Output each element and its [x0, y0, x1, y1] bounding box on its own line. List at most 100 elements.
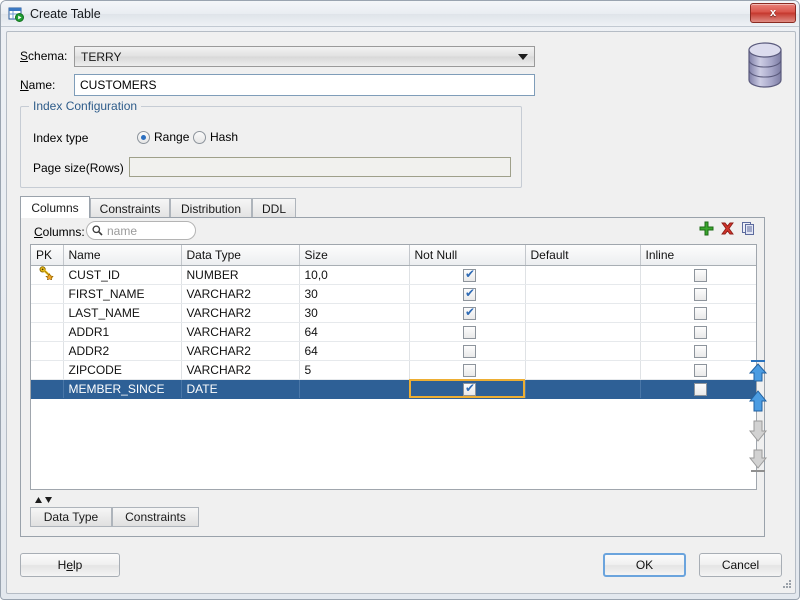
cell-size[interactable]: 64 — [299, 341, 410, 361]
cell-inline-checkbox[interactable] — [640, 322, 756, 342]
columns-toolbar: Columns: name — [21, 218, 764, 244]
cell-not-null-checkbox[interactable] — [409, 303, 526, 323]
radio-index-type-hash[interactable]: Hash — [193, 130, 238, 144]
move-to-top-icon[interactable] — [747, 358, 769, 384]
cell-not-null-checkbox[interactable] — [409, 322, 526, 342]
cell-not-null-checkbox[interactable] — [409, 265, 526, 285]
tab-constraints[interactable]: Constraints — [90, 198, 170, 218]
cell-default[interactable] — [525, 284, 641, 304]
table-row[interactable]: CUST_ID NUMBER 10,0 — [31, 265, 756, 285]
pk-cell[interactable] — [31, 360, 64, 380]
cell-size[interactable]: 5 — [299, 360, 410, 380]
tab-detail-constraints[interactable]: Constraints — [112, 507, 199, 527]
columns-search-input[interactable]: name — [86, 221, 196, 240]
tab-constraints-label: Constraints — [99, 201, 161, 216]
ok-button[interactable]: OK — [603, 553, 686, 577]
cell-name[interactable]: ADDR2 — [63, 341, 182, 361]
table-row[interactable]: FIRST_NAME VARCHAR2 30 — [31, 284, 756, 304]
cell-default[interactable] — [525, 341, 641, 361]
cell-default[interactable] — [525, 265, 641, 285]
close-icon: x — [769, 7, 777, 19]
tab-data-type-label: Data Type — [43, 510, 99, 524]
tab-data-type[interactable]: Data Type — [30, 507, 112, 527]
cell-not-null-checkbox[interactable] — [409, 284, 526, 304]
cell-not-null-checkbox[interactable] — [409, 379, 526, 399]
help-button[interactable]: Help — [20, 553, 120, 577]
cell-inline-checkbox[interactable] — [640, 341, 756, 361]
table-name-input[interactable]: CUSTOMERS — [74, 74, 535, 96]
table-row[interactable]: ADDR1 VARCHAR2 64 — [31, 322, 756, 342]
cell-size[interactable]: 64 — [299, 322, 410, 342]
cell-inline-checkbox[interactable] — [640, 284, 756, 304]
schema-select[interactable]: TERRY — [74, 46, 535, 67]
pk-cell[interactable] — [31, 284, 64, 304]
move-to-bottom-icon — [747, 448, 769, 474]
table-row[interactable]: ZIPCODE VARCHAR2 5 — [31, 360, 756, 380]
move-up-icon[interactable] — [747, 388, 769, 414]
table-row[interactable]: ADDR2 VARCHAR2 64 — [31, 341, 756, 361]
primary-key-icon[interactable] — [31, 265, 64, 285]
pk-cell[interactable] — [31, 341, 64, 361]
cell-data-type[interactable]: VARCHAR2 — [181, 341, 300, 361]
page-size-input[interactable] — [129, 157, 511, 177]
columns-search-placeholder: name — [107, 223, 138, 238]
tab-distribution[interactable]: Distribution — [170, 198, 252, 218]
grid-header-pk[interactable]: PK — [31, 245, 64, 266]
cancel-button[interactable]: Cancel — [699, 553, 782, 577]
cell-size[interactable]: 30 — [299, 303, 410, 323]
cell-name[interactable]: CUST_ID — [63, 265, 182, 285]
pk-cell[interactable] — [31, 379, 64, 399]
cell-name[interactable]: FIRST_NAME — [63, 284, 182, 304]
table-create-icon — [8, 6, 24, 22]
panel-splitter[interactable] — [31, 494, 71, 506]
cell-name[interactable]: MEMBER_SINCE — [63, 379, 182, 399]
cell-not-null-checkbox[interactable] — [409, 341, 526, 361]
cell-size[interactable]: 10,0 — [299, 265, 410, 285]
cell-name[interactable]: ADDR1 — [63, 322, 182, 342]
grid-header-name[interactable]: Name — [63, 245, 182, 266]
cell-inline-checkbox[interactable] — [640, 379, 756, 399]
table-row[interactable]: LAST_NAME VARCHAR2 30 — [31, 303, 756, 323]
duplicate-column-icon[interactable] — [741, 221, 756, 236]
title-bar: Create Table x — [1, 1, 799, 27]
grid-header-size[interactable]: Size — [299, 245, 410, 266]
cell-name[interactable]: ZIPCODE — [63, 360, 182, 380]
cell-data-type[interactable]: DATE — [181, 379, 300, 399]
checkbox-icon — [693, 363, 707, 377]
tab-ddl[interactable]: DDL — [252, 198, 296, 218]
table-row[interactable]: MEMBER_SINCE DATE — [31, 379, 756, 399]
cell-default[interactable] — [525, 322, 641, 342]
add-column-icon[interactable] — [699, 221, 714, 236]
cell-inline-checkbox[interactable] — [640, 303, 756, 323]
cell-data-type[interactable]: VARCHAR2 — [181, 303, 300, 323]
cell-inline-checkbox[interactable] — [640, 265, 756, 285]
cell-default[interactable] — [525, 303, 641, 323]
cell-default[interactable] — [525, 379, 641, 399]
cell-default[interactable] — [525, 360, 641, 380]
close-button[interactable]: x — [750, 3, 796, 23]
grid-header-inline[interactable]: Inline — [640, 245, 756, 266]
cell-size[interactable] — [299, 379, 410, 399]
cell-data-type[interactable]: VARCHAR2 — [181, 284, 300, 304]
cell-name[interactable]: LAST_NAME — [63, 303, 182, 323]
checkbox-icon — [462, 381, 477, 396]
cell-data-type[interactable]: VARCHAR2 — [181, 360, 300, 380]
resize-grip[interactable] — [780, 578, 792, 590]
cell-data-type[interactable]: VARCHAR2 — [181, 322, 300, 342]
grid-header-data-type[interactable]: Data Type — [181, 245, 300, 266]
cell-inline-checkbox[interactable] — [640, 360, 756, 380]
radio-range-label: Range — [154, 130, 190, 144]
delete-column-icon[interactable] — [720, 221, 735, 236]
tab-columns[interactable]: Columns — [20, 196, 90, 218]
cell-not-null-checkbox[interactable] — [409, 360, 526, 380]
pk-cell[interactable] — [31, 303, 64, 323]
cell-data-type[interactable]: NUMBER — [181, 265, 300, 285]
grid-header-default[interactable]: Default — [525, 245, 641, 266]
dialog-footer: Help OK Cancel — [7, 541, 795, 593]
checkbox-icon — [693, 306, 707, 320]
radio-index-type-range[interactable]: Range — [137, 130, 189, 144]
grid-header-not-null[interactable]: Not Null — [409, 245, 526, 266]
cell-size[interactable]: 30 — [299, 284, 410, 304]
columns-grid[interactable]: PK Name Data Type Size Not Null Default … — [30, 244, 757, 490]
pk-cell[interactable] — [31, 322, 64, 342]
